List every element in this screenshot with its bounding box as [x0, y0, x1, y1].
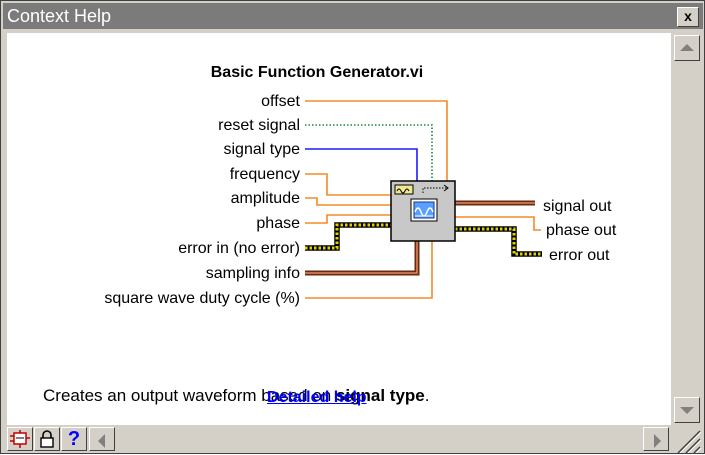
help-question-icon: ? [67, 428, 81, 450]
bottom-toolbar: ? [3, 425, 703, 453]
wire-signal-type [305, 148, 418, 181]
connector-pane-diagram: Basic Function Generator.vi offset reset… [104, 64, 617, 307]
input-label-phase: phase [256, 215, 300, 232]
horizontal-scroll-track[interactable] [153, 427, 663, 451]
wire-reset-signal [305, 124, 433, 181]
scroll-down-arrow-icon [680, 407, 694, 414]
scroll-up-arrow-icon [680, 44, 694, 51]
wire-phase [305, 214, 391, 224]
lock-button[interactable] [34, 427, 60, 451]
vi-name: Basic Function Generator.vi [211, 64, 424, 81]
input-label-sampling-info: sampling info [206, 265, 300, 282]
scroll-left-arrow-icon [98, 434, 105, 448]
input-label-frequency: frequency [230, 166, 300, 183]
input-label-signal-type: signal type [224, 141, 301, 158]
vertical-scrollbar[interactable] [672, 33, 702, 425]
lock-icon [40, 430, 54, 448]
scroll-right-arrow-icon [654, 434, 661, 448]
description: Creates an output waveform based on sign… [43, 386, 430, 405]
scroll-up-button[interactable] [674, 35, 700, 61]
help-content: Basic Function Generator.vi offset reset… [7, 33, 671, 425]
vi-icon [390, 180, 456, 242]
terminal-icon [10, 430, 30, 448]
show-optional-terminals-button[interactable] [7, 427, 33, 451]
scroll-left-button[interactable] [89, 427, 115, 451]
input-label-offset: offset [261, 93, 300, 110]
wire-offset [305, 100, 448, 181]
output-label-signal-out: signal out [543, 198, 612, 215]
scroll-right-button[interactable] [643, 427, 669, 451]
resize-grip-icon[interactable] [672, 425, 702, 453]
output-label-phase-out: phase out [546, 222, 617, 239]
context-help-window: Context Help x Basic Function Generator.… [0, 0, 705, 454]
wire-error-out [455, 226, 542, 257]
help-button[interactable]: ? [61, 427, 87, 451]
input-label-reset-signal: reset signal [218, 117, 300, 134]
close-button[interactable]: x [677, 7, 699, 27]
wire-amplitude [305, 197, 391, 206]
input-label-error-in: error in (no error) [178, 240, 300, 257]
title-bar[interactable]: Context Help x [3, 3, 703, 29]
scroll-down-button[interactable] [674, 397, 700, 423]
detailed-help-link[interactable]: Detailed help [267, 389, 367, 407]
output-label-error-out: error out [549, 247, 610, 264]
input-label-duty-cycle: square wave duty cycle (%) [104, 290, 300, 307]
window-title: Context Help [7, 6, 112, 26]
wire-frequency [305, 173, 391, 196]
wire-error-in [305, 222, 391, 251]
input-label-amplitude: amplitude [231, 190, 300, 207]
